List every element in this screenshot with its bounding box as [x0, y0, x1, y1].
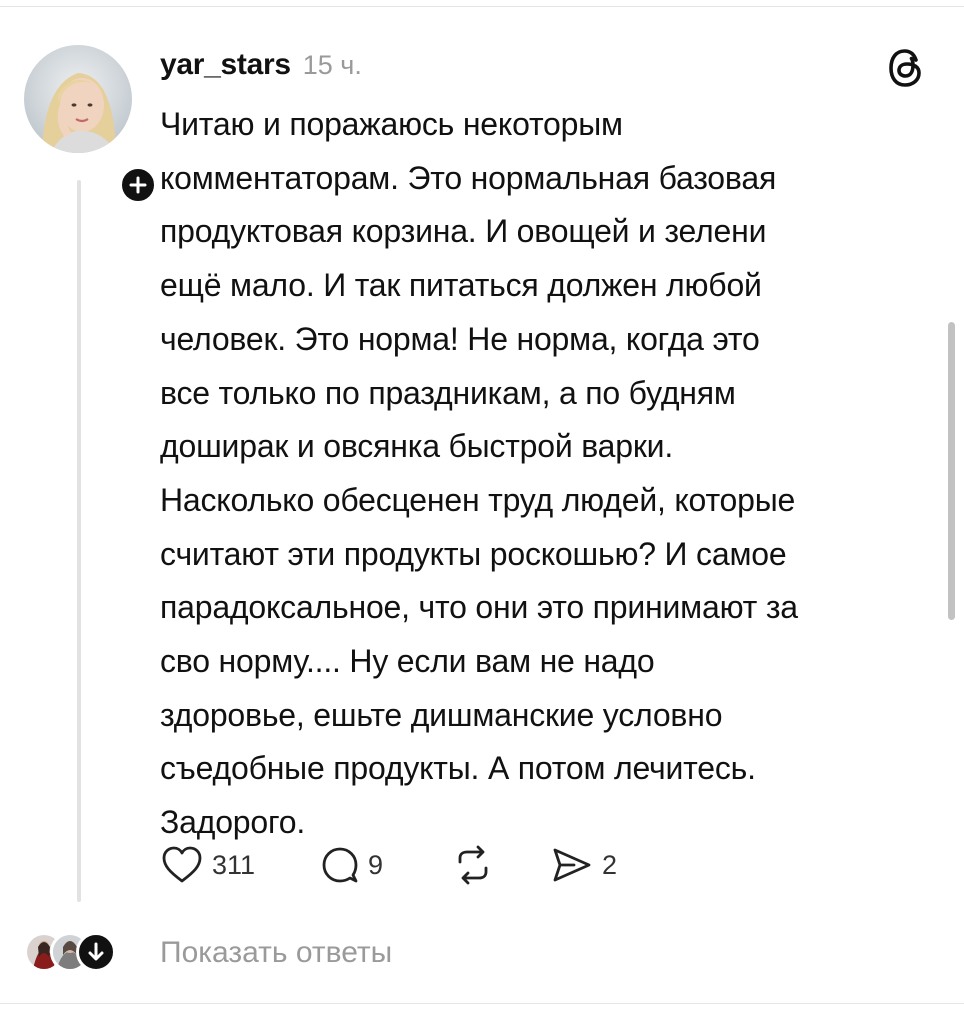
reply-count: 9	[368, 849, 384, 880]
follow-plus-icon	[129, 176, 147, 194]
share-button[interactable]: 2	[550, 842, 617, 888]
show-replies-link[interactable]: Показать ответы	[160, 936, 392, 970]
top-divider	[0, 6, 964, 7]
username[interactable]: yar_stars	[160, 48, 291, 82]
avatar[interactable]	[24, 45, 132, 153]
share-icon	[553, 848, 591, 882]
comment-icon	[322, 847, 358, 883]
like-count: 311	[212, 849, 256, 880]
author-avatar-container[interactable]	[24, 45, 158, 205]
share-count: 2	[602, 849, 618, 880]
like-button[interactable]: 311	[160, 842, 255, 888]
heart-icon	[162, 846, 202, 883]
reply-button[interactable]: 9	[320, 842, 383, 888]
thread-line	[77, 180, 81, 902]
threads-logo-icon[interactable]	[886, 46, 926, 90]
repost-button[interactable]	[452, 842, 494, 888]
post-time: 15 ч.	[302, 50, 362, 80]
show-replies-chevron-button[interactable]	[76, 932, 116, 972]
bottom-divider	[0, 1003, 964, 1004]
post-header: yar_stars 15 ч.	[160, 48, 362, 88]
scrollbar[interactable]	[948, 322, 955, 620]
follow-button[interactable]	[118, 165, 158, 205]
chevron-down-icon	[88, 942, 104, 961]
post-text: Читаю и поражаюсь некоторым комментатора…	[160, 106, 798, 841]
repost-icon	[458, 845, 488, 885]
